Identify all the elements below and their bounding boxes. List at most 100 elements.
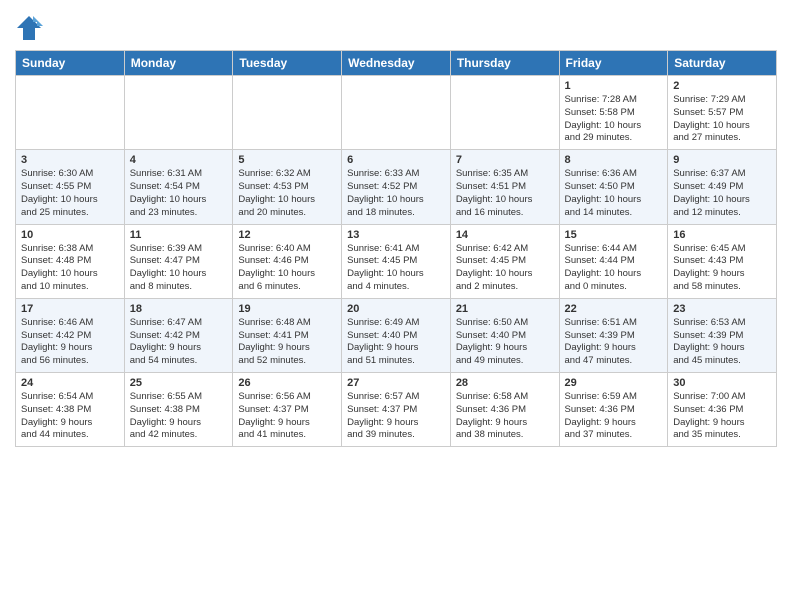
day-number: 11 [130,229,228,241]
calendar-cell: 10 Sunrise: 6:38 AM Sunset: 4:48 PM Dayli… [16,224,125,298]
day-number: 10 [21,229,119,241]
day-number: 14 [456,229,554,241]
day-number: 18 [130,303,228,315]
calendar-cell: 8 Sunrise: 6:36 AM Sunset: 4:50 PM Daylig… [559,150,668,224]
day-info: Sunrise: 7:29 AM Sunset: 5:57 PM Dayligh… [673,94,771,145]
day-number: 20 [347,303,445,315]
day-number: 7 [456,154,554,166]
calendar-cell: 11Sunrise: 6:39 AM Sunset: 4:47 PM Dayli… [124,224,233,298]
calendar-cell: 19 Sunrise: 6:48 AM Sunset: 4:41 PM Dayli… [233,298,342,372]
day-info: Sunrise: 6:48 AM Sunset: 4:41 PM Dayligh… [238,317,336,368]
day-number: 25 [130,377,228,389]
day-info: Sunrise: 6:36 AM Sunset: 4:50 PM Dayligh… [565,168,663,219]
calendar-cell [124,76,233,150]
calendar-cell: 27 Sunrise: 6:57 AM Sunset: 4:37 PM Dayli… [342,373,451,447]
day-number: 28 [456,377,554,389]
day-number: 19 [238,303,336,315]
calendar-cell [450,76,559,150]
calendar-cell: 17Sunrise: 6:46 AM Sunset: 4:42 PM Dayli… [16,298,125,372]
calendar-cell: 26 Sunrise: 6:56 AM Sunset: 4:37 PM Dayli… [233,373,342,447]
day-info: Sunrise: 6:50 AM Sunset: 4:40 PM Dayligh… [456,317,554,368]
calendar-cell [342,76,451,150]
calendar-cell: 1 Sunrise: 7:28 AM Sunset: 5:58 PM Daylig… [559,76,668,150]
day-number: 5 [238,154,336,166]
day-info: Sunrise: 6:44 AM Sunset: 4:44 PM Dayligh… [565,243,663,294]
day-number: 3 [21,154,119,166]
day-info: Sunrise: 6:58 AM Sunset: 4:36 PM Dayligh… [456,391,554,442]
calendar-cell: 20Sunrise: 6:49 AM Sunset: 4:40 PM Dayli… [342,298,451,372]
calendar-cell: 5Sunrise: 6:32 AM Sunset: 4:53 PM Daylig… [233,150,342,224]
weekday-header-friday: Friday [559,51,668,76]
day-number: 17 [21,303,119,315]
day-number: 21 [456,303,554,315]
calendar-cell [16,76,125,150]
calendar-header-row: SundayMondayTuesdayWednesdayThursdayFrid… [16,51,777,76]
day-number: 1 [565,80,663,92]
day-info: Sunrise: 6:35 AM Sunset: 4:51 PM Dayligh… [456,168,554,219]
day-info: Sunrise: 6:31 AM Sunset: 4:54 PM Dayligh… [130,168,228,219]
day-number: 16 [673,229,771,241]
calendar-cell: 28 Sunrise: 6:58 AM Sunset: 4:36 PM Dayli… [450,373,559,447]
day-info: Sunrise: 7:00 AM Sunset: 4:36 PM Dayligh… [673,391,771,442]
calendar-cell: 3 Sunrise: 6:30 AM Sunset: 4:55 PM Daylig… [16,150,125,224]
day-number: 24 [21,377,119,389]
day-info: Sunrise: 6:37 AM Sunset: 4:49 PM Dayligh… [673,168,771,219]
day-info: Sunrise: 6:57 AM Sunset: 4:37 PM Dayligh… [347,391,445,442]
day-number: 2 [673,80,771,92]
logo [15,14,47,42]
day-number: 22 [565,303,663,315]
calendar-cell: 2 Sunrise: 7:29 AM Sunset: 5:57 PM Daylig… [668,76,777,150]
calendar-week-1: 1 Sunrise: 7:28 AM Sunset: 5:58 PM Daylig… [16,76,777,150]
calendar-cell: 15 Sunrise: 6:44 AM Sunset: 4:44 PM Dayli… [559,224,668,298]
weekday-header-tuesday: Tuesday [233,51,342,76]
day-info: Sunrise: 6:59 AM Sunset: 4:36 PM Dayligh… [565,391,663,442]
day-info: Sunrise: 6:41 AM Sunset: 4:45 PM Dayligh… [347,243,445,294]
calendar-cell [233,76,342,150]
calendar-table: SundayMondayTuesdayWednesdayThursdayFrid… [15,50,777,447]
day-info: Sunrise: 6:53 AM Sunset: 4:39 PM Dayligh… [673,317,771,368]
day-number: 6 [347,154,445,166]
day-info: Sunrise: 6:45 AM Sunset: 4:43 PM Dayligh… [673,243,771,294]
calendar-cell: 21 Sunrise: 6:50 AM Sunset: 4:40 PM Dayli… [450,298,559,372]
day-number: 9 [673,154,771,166]
calendar-cell: 23 Sunrise: 6:53 AM Sunset: 4:39 PM Dayli… [668,298,777,372]
calendar-cell: 13 Sunrise: 6:41 AM Sunset: 4:45 PM Dayli… [342,224,451,298]
day-number: 29 [565,377,663,389]
calendar-week-2: 3 Sunrise: 6:30 AM Sunset: 4:55 PM Daylig… [16,150,777,224]
calendar-cell: 30 Sunrise: 7:00 AM Sunset: 4:36 PM Dayli… [668,373,777,447]
weekday-header-thursday: Thursday [450,51,559,76]
calendar-week-3: 10 Sunrise: 6:38 AM Sunset: 4:48 PM Dayli… [16,224,777,298]
day-number: 12 [238,229,336,241]
calendar-cell: 6Sunrise: 6:33 AM Sunset: 4:52 PM Daylig… [342,150,451,224]
weekday-header-sunday: Sunday [16,51,125,76]
day-info: Sunrise: 6:54 AM Sunset: 4:38 PM Dayligh… [21,391,119,442]
calendar-cell: 7 Sunrise: 6:35 AM Sunset: 4:51 PM Daylig… [450,150,559,224]
weekday-header-monday: Monday [124,51,233,76]
day-info: Sunrise: 6:40 AM Sunset: 4:46 PM Dayligh… [238,243,336,294]
day-number: 27 [347,377,445,389]
weekday-header-saturday: Saturday [668,51,777,76]
calendar-cell: 4 Sunrise: 6:31 AM Sunset: 4:54 PM Daylig… [124,150,233,224]
day-number: 26 [238,377,336,389]
day-info: Sunrise: 6:51 AM Sunset: 4:39 PM Dayligh… [565,317,663,368]
calendar-cell: 25 Sunrise: 6:55 AM Sunset: 4:38 PM Dayli… [124,373,233,447]
calendar-cell: 16 Sunrise: 6:45 AM Sunset: 4:43 PM Dayli… [668,224,777,298]
day-number: 30 [673,377,771,389]
day-info: Sunrise: 6:38 AM Sunset: 4:48 PM Dayligh… [21,243,119,294]
day-info: Sunrise: 6:30 AM Sunset: 4:55 PM Dayligh… [21,168,119,219]
day-number: 4 [130,154,228,166]
day-number: 13 [347,229,445,241]
calendar-cell: 14 Sunrise: 6:42 AM Sunset: 4:45 PM Dayli… [450,224,559,298]
day-info: Sunrise: 6:55 AM Sunset: 4:38 PM Dayligh… [130,391,228,442]
day-info: Sunrise: 6:42 AM Sunset: 4:45 PM Dayligh… [456,243,554,294]
calendar-week-4: 17Sunrise: 6:46 AM Sunset: 4:42 PM Dayli… [16,298,777,372]
weekday-header-wednesday: Wednesday [342,51,451,76]
calendar-cell: 24 Sunrise: 6:54 AM Sunset: 4:38 PM Dayli… [16,373,125,447]
day-info: Sunrise: 6:56 AM Sunset: 4:37 PM Dayligh… [238,391,336,442]
day-number: 15 [565,229,663,241]
day-info: Sunrise: 7:28 AM Sunset: 5:58 PM Dayligh… [565,94,663,145]
calendar-cell: 9 Sunrise: 6:37 AM Sunset: 4:49 PM Daylig… [668,150,777,224]
calendar-week-5: 24 Sunrise: 6:54 AM Sunset: 4:38 PM Dayli… [16,373,777,447]
day-number: 8 [565,154,663,166]
day-number: 23 [673,303,771,315]
